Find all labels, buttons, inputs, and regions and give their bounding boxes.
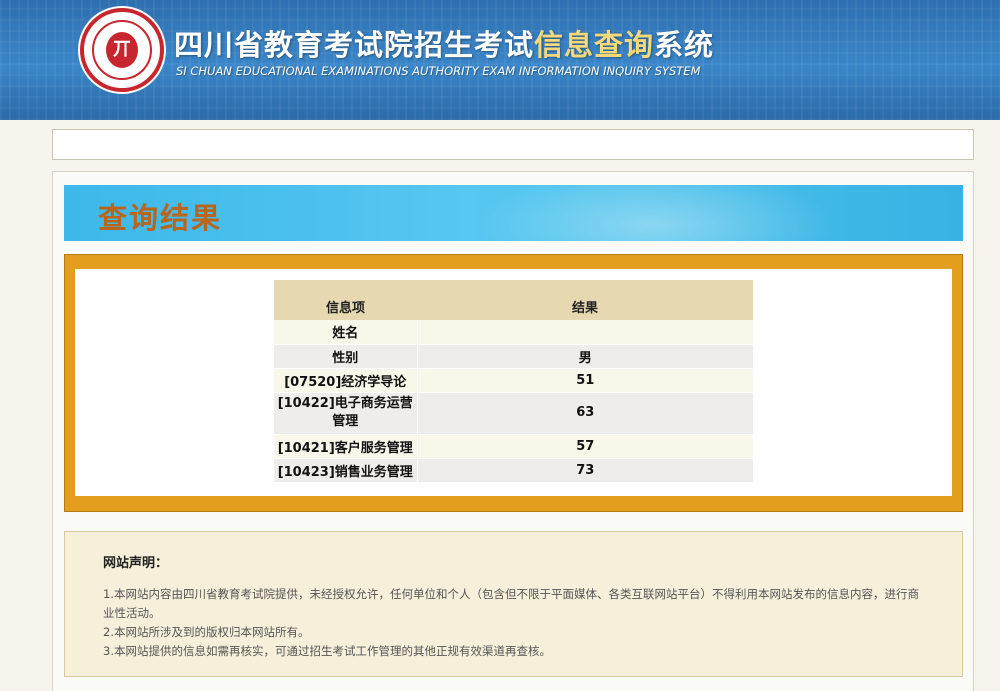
site-title: 四川省教育考试院招生考试信息查询系统: [174, 22, 714, 64]
row-label: 姓名: [274, 320, 417, 345]
table-header-row: 信息项 结果: [274, 280, 753, 320]
table-row-name: 姓名: [274, 320, 753, 345]
table-row-score: [10422]电子商务运营管理 63: [274, 392, 753, 435]
row-value: 男: [416, 344, 753, 369]
result-frame: 信息项 结果 姓名 性别 男 [07520]经济学导论 51 [10422]电子…: [64, 254, 963, 512]
logo-emblem-icon: 丌: [106, 32, 138, 68]
table-row-score: [10421]客户服务管理 57: [274, 434, 753, 459]
result-banner-title: 查询结果: [98, 201, 223, 235]
table-row-score: [07520]经济学导论 51: [274, 368, 753, 393]
result-table: 信息项 结果 姓名 性别 男 [07520]经济学导论 51 [10422]电子…: [274, 280, 753, 483]
row-label: [10421]客户服务管理: [274, 434, 417, 459]
result-banner: 查询结果: [64, 185, 963, 241]
site-title-tail: 系统: [654, 28, 715, 62]
disclaimer-line: 1.本网站内容由四川省教育考试院提供，未经授权允许，任何单位和个人（包含但不限于…: [103, 587, 919, 620]
site-disclaimer: 网站声明： 1.本网站内容由四川省教育考试院提供，未经授权允许，任何单位和个人（…: [64, 531, 963, 677]
site-title-highlight: 信息查询: [534, 28, 655, 62]
table-row-score: [10423]销售业务管理 73: [274, 458, 753, 483]
disclaimer-line: 3.本网站提供的信息如需再核实，可通过招生考试工作管理的其他正规有效渠道再查核。: [103, 644, 551, 658]
row-value: 63: [416, 392, 753, 435]
row-value: [416, 320, 753, 345]
row-value: 51: [416, 368, 753, 393]
row-label: 性别: [274, 344, 417, 369]
row-label: [07520]经济学导论: [274, 368, 417, 393]
header-result: 结果: [417, 280, 753, 320]
disclaimer-title: 网站声明：: [103, 556, 169, 571]
disclaimer-line: 2.本网站所涉及到的版权归本网站所有。: [103, 625, 310, 639]
main-panel: 查询结果 信息项 结果 姓名 性别 男 [07520]经济学导论 51 [104…: [52, 171, 974, 691]
table-row-gender: 性别 男: [274, 344, 753, 369]
header-item: 信息项: [274, 280, 417, 320]
site-header: 丌 四川省教育考试院招生考试信息查询系统 SI CHUAN EDUCATIONA…: [0, 0, 1000, 120]
row-value: 73: [416, 458, 753, 483]
row-value: 57: [416, 434, 753, 459]
site-subtitle: SI CHUAN EDUCATIONAL EXAMINATIONS AUTHOR…: [176, 64, 701, 78]
row-label: [10423]销售业务管理: [274, 458, 417, 483]
row-label: [10422]电子商务运营管理: [274, 392, 417, 435]
site-title-main: 四川省教育考试院招生考试: [174, 28, 535, 62]
institute-logo: 丌: [80, 8, 164, 92]
empty-nav-bar: [52, 129, 974, 160]
result-container: 信息项 结果 姓名 性别 男 [07520]经济学导论 51 [10422]电子…: [75, 269, 952, 496]
